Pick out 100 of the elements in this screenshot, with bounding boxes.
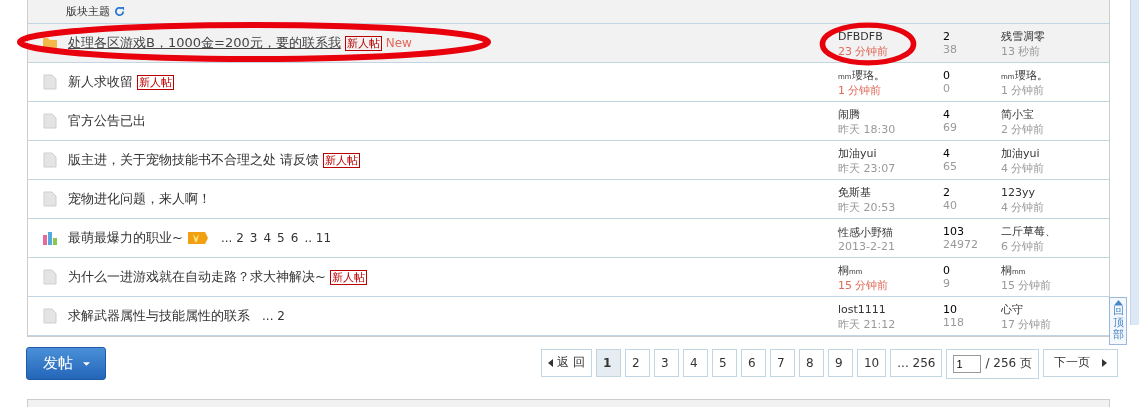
back-button[interactable]: 返 回: [541, 348, 592, 377]
last-poster[interactable]: 桐ₘₘ: [1001, 261, 1052, 278]
post-time: 昨天 23:07: [838, 161, 897, 176]
document-icon: [42, 152, 58, 168]
last-poster[interactable]: ₘₘ瓔珞。: [1001, 66, 1052, 83]
page-link[interactable]: 4: [263, 231, 272, 245]
page-button[interactable]: 4: [682, 348, 708, 377]
author-name[interactable]: 桐ₘₘ: [838, 261, 867, 278]
post-time: 昨天 18:30: [838, 122, 897, 137]
newbie-tag: 新人帖: [344, 35, 382, 51]
reply-count: 2: [943, 186, 951, 199]
author-name[interactable]: 免斯基: [838, 183, 875, 200]
page-button[interactable]: 6: [740, 348, 766, 377]
post-time: 2013-2-21: [838, 240, 896, 253]
last-poster[interactable]: 二斤草莓、: [1001, 222, 1060, 239]
page-link[interactable]: ... 2: [262, 309, 285, 323]
author-name[interactable]: lost1111: [838, 300, 890, 317]
refresh-icon[interactable]: [114, 6, 125, 17]
document-icon: [42, 269, 58, 285]
page-link[interactable]: 5: [277, 231, 285, 245]
reply-count: 4: [943, 108, 951, 121]
post-time: 1 分钟前: [838, 83, 883, 98]
page-button[interactable]: 5: [711, 348, 737, 377]
document-icon: [42, 74, 58, 90]
folder-icon: [42, 35, 58, 51]
new-post-button[interactable]: 发帖: [26, 347, 106, 380]
newbie-tag: 新人帖: [329, 269, 367, 285]
thread-title[interactable]: 处理各区游戏B，1000金=200元，要的联系我: [68, 35, 341, 50]
page-button[interactable]: 3: [653, 348, 679, 377]
last-poster[interactable]: 残雪凋零: [1001, 27, 1049, 44]
page-input[interactable]: 1: [953, 354, 982, 373]
reply-count: 0: [943, 69, 951, 82]
thread-row[interactable]: 宠物进化问题，来人啊！ 免斯基 昨天 20:53 2 40 123yy 4 分钟前: [28, 180, 1109, 219]
thread-row[interactable]: 最萌最爆力的职业~ ... 2 3 4 5 6 .. 11 性感小野猫 2013-2-21 103 24972 二斤草莓、 6 分钟前: [28, 219, 1109, 258]
page-button[interactable]: 7: [769, 348, 795, 377]
author-name[interactable]: 加油yui: [838, 144, 881, 161]
back-to-top-label: 回顶部: [1112, 305, 1124, 342]
reply-count: 103: [943, 225, 965, 238]
document-icon: [42, 191, 58, 207]
caret-icon: [82, 361, 90, 366]
reply-count: 0: [943, 264, 951, 277]
thread-row[interactable]: 新人求收留 新人帖 ₘₘ瓔珞。 1 分钟前 0 0 ₘₘ瓔珞。 1 分钟前: [28, 63, 1109, 102]
page-button[interactable]: 9: [827, 348, 853, 377]
new-label: New: [385, 36, 412, 50]
last-post-time: 17 分钟前: [1001, 317, 1052, 332]
left-triangle-icon: [548, 358, 554, 367]
last-poster[interactable]: 加油yui: [1001, 144, 1045, 161]
column-heading: 版块主题: [66, 4, 110, 19]
thread-title[interactable]: 求解武器属性与技能属性的联系: [68, 308, 250, 323]
document-icon: [42, 113, 58, 129]
page-link[interactable]: 3: [249, 231, 258, 245]
next-page-button[interactable]: 下一页: [1043, 348, 1118, 377]
view-count: 0: [943, 82, 951, 95]
reply-count: 10: [943, 303, 958, 316]
last-post-time: 1 分钟前: [1001, 83, 1046, 98]
page-button[interactable]: ... 256: [890, 348, 943, 377]
back-to-top-button[interactable]: 回顶部: [1109, 297, 1127, 345]
page-button[interactable]: 2: [624, 348, 650, 377]
page-button[interactable]: 8: [798, 348, 824, 377]
thread-title[interactable]: 宠物进化问题，来人啊！: [68, 191, 211, 206]
reply-count: 2: [943, 30, 951, 43]
post-time: 15 分钟前: [838, 278, 890, 293]
last-poster[interactable]: 心守: [1001, 300, 1052, 317]
thread-title[interactable]: 最萌最爆力的职业~: [68, 230, 183, 245]
total-pages: / 256 页: [985, 355, 1032, 372]
last-post-time: 2 分钟前: [1001, 122, 1045, 137]
view-count: 69: [943, 121, 958, 134]
last-poster[interactable]: 123yy: [1001, 183, 1045, 200]
thread-row[interactable]: 为什么一进游戏就在自动走路？求大神解决~ 新人帖 桐ₘₘ 15 分钟前 0 9 桐ₘₘ 15 分钟前: [28, 258, 1109, 297]
post-time: 23 分钟前: [838, 44, 890, 59]
up-arrow-icon: [1113, 300, 1123, 305]
last-poster[interactable]: 简小宝: [1001, 105, 1045, 122]
thread-row[interactable]: 官方公告已出 闹腾 昨天 18:30 4 69 简小宝 2 分钟前: [28, 102, 1109, 141]
reply-count: 4: [943, 147, 951, 160]
thread-title[interactable]: 官方公告已出: [68, 113, 146, 128]
newbie-tag: 新人帖: [137, 74, 174, 90]
view-count: 9: [943, 277, 951, 290]
author-name[interactable]: 性感小野猫: [838, 223, 897, 240]
thread-title[interactable]: 版主进，关于宠物技能书不合理之处 请反馈: [68, 152, 320, 167]
thread-row[interactable]: 求解武器属性与技能属性的联系 ... 2 lost1111 昨天 21:12 10 118 心守 17 分钟前: [28, 297, 1109, 336]
page-link[interactable]: .. 11: [304, 231, 332, 245]
page-button[interactable]: 1: [595, 348, 621, 377]
thread-row[interactable]: 版主进，关于宠物技能书不合理之处 请反馈 新人帖 加油yui 昨天 23:07 4 65 加油yui 4 分钟前: [28, 141, 1109, 180]
last-post-time: 15 分钟前: [1001, 278, 1052, 293]
post-time: 昨天 20:53: [838, 200, 897, 215]
last-post-time: 13 秒前: [1001, 44, 1042, 59]
page-link[interactable]: 6: [290, 231, 299, 245]
view-count: 38: [943, 43, 958, 56]
page-link[interactable]: ... 2: [220, 231, 244, 245]
thread-title[interactable]: 为什么一进游戏就在自动走路？求大神解决~: [68, 269, 326, 284]
author-name[interactable]: DFBDFB: [838, 27, 887, 44]
newbie-tag: 新人帖: [323, 152, 361, 168]
author-name[interactable]: 闹腾: [838, 105, 864, 122]
document-icon: [42, 308, 58, 324]
last-post-time: 6 分钟前: [1001, 239, 1046, 254]
author-name[interactable]: ₘₘ瓔珞。: [838, 66, 889, 83]
bar-chart-icon: [42, 230, 58, 246]
page-button[interactable]: 10: [856, 348, 887, 377]
view-count: 118: [943, 316, 965, 329]
thread-title[interactable]: 新人求收留: [68, 74, 133, 89]
